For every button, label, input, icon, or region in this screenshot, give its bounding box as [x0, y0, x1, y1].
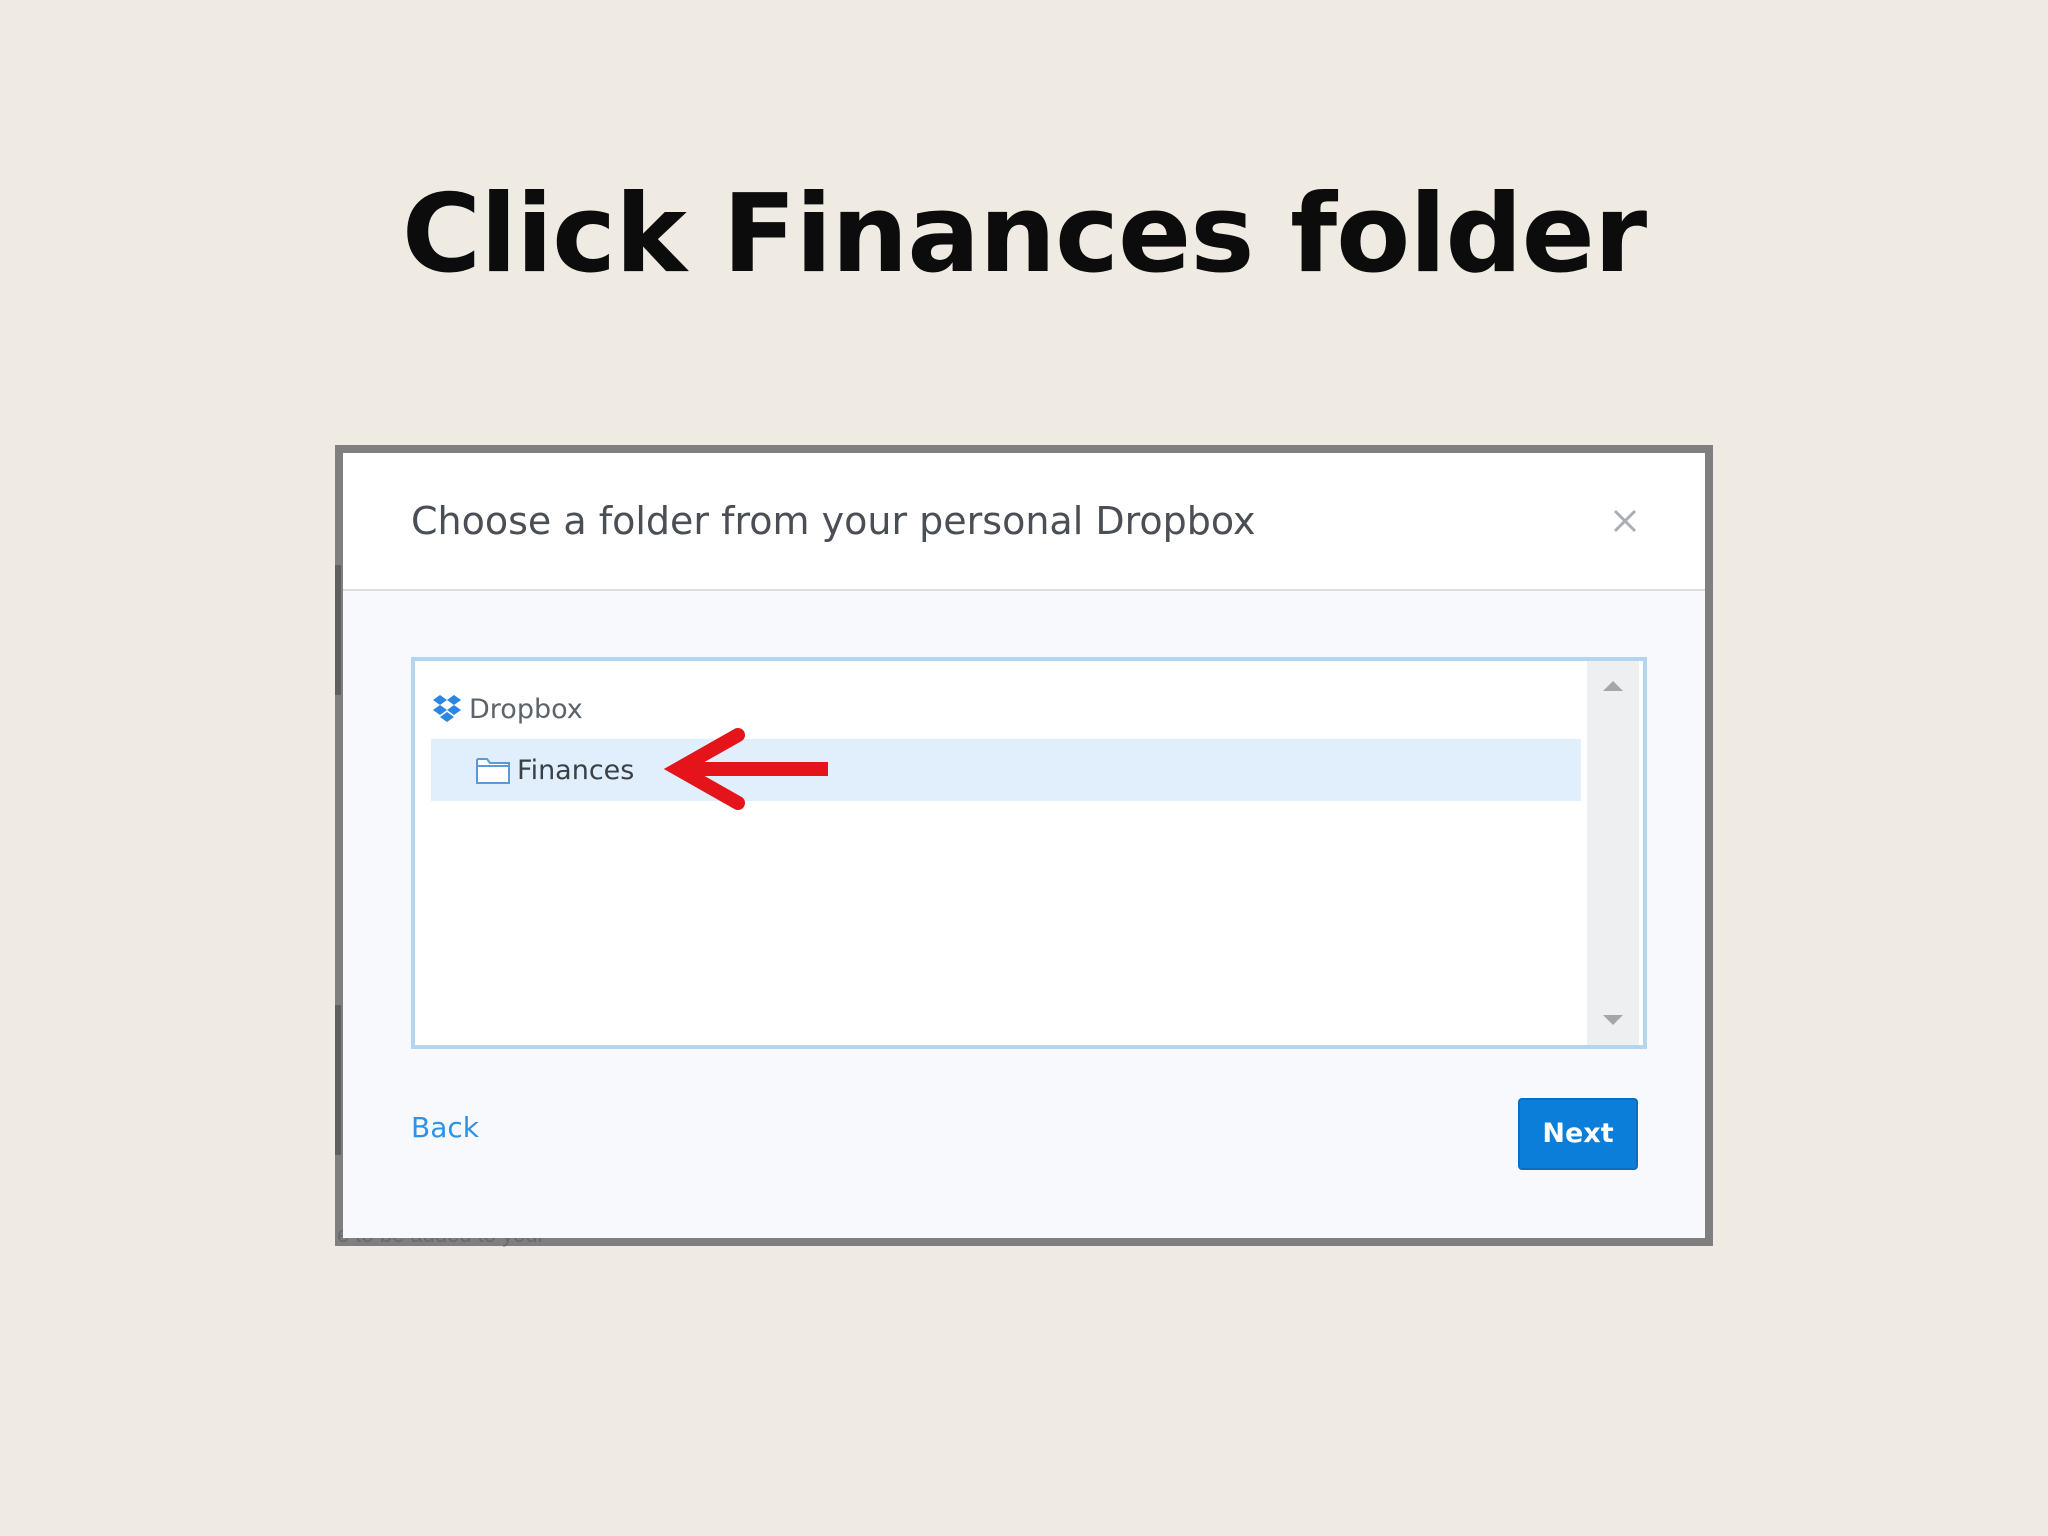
folder-icon [476, 758, 510, 784]
next-button[interactable]: Next [1518, 1098, 1638, 1170]
folder-item-label: Finances [517, 754, 635, 786]
screenshot-frame: e to be added to your Choose a folder fr… [335, 445, 1713, 1247]
folder-list: Dropbox Finances [415, 661, 1587, 1045]
background-window-edge [335, 1005, 341, 1155]
dialog-header: Choose a folder from your personal Dropb… [343, 453, 1705, 591]
folder-item-content: Finances [475, 749, 634, 791]
scroll-up-icon[interactable] [1603, 681, 1623, 691]
back-link[interactable]: Back [411, 1111, 479, 1144]
close-icon [1613, 509, 1637, 533]
folder-tree: Dropbox Finances [411, 657, 1647, 1049]
folder-chooser-dialog: Choose a folder from your personal Dropb… [343, 453, 1705, 1238]
tree-root-dropbox[interactable]: Dropbox [431, 689, 583, 729]
slide-title: Click Finances folder [401, 172, 1647, 297]
folder-item-finances[interactable]: Finances [431, 739, 1581, 801]
red-arrow-annotation [663, 728, 828, 810]
scroll-down-icon[interactable] [1603, 1015, 1623, 1025]
tree-scrollbar[interactable] [1587, 661, 1639, 1045]
background-window-edge [335, 565, 341, 695]
dropbox-icon [433, 695, 461, 722]
dialog-title: Choose a folder from your personal Dropb… [411, 499, 1256, 543]
tree-root-label: Dropbox [469, 693, 583, 725]
close-button[interactable] [1605, 501, 1645, 541]
